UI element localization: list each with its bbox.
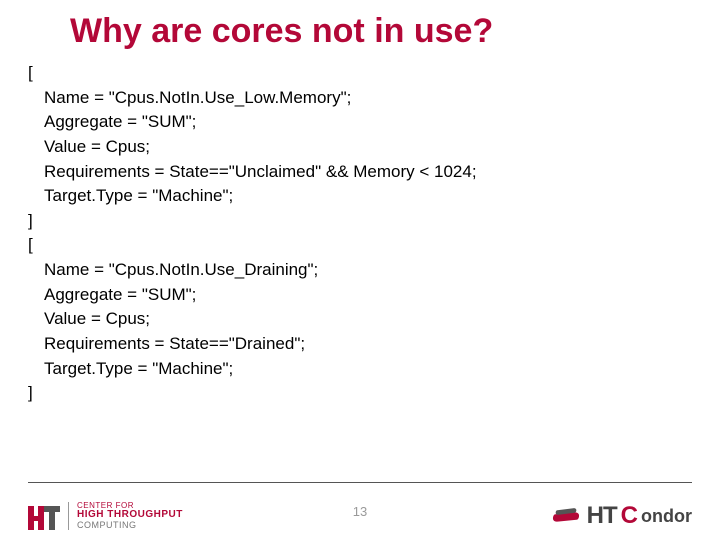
logo-chtc: CENTER FOR HIGH THROUGHPUT COMPUTING — [28, 500, 183, 532]
code-line: Requirements = State=="Drained"; — [28, 332, 720, 357]
code-line: Requirements = State=="Unclaimed" && Mem… — [28, 160, 720, 185]
footer-divider — [28, 482, 692, 483]
logo-line: COMPUTING — [77, 521, 183, 530]
logo-text: ondor — [641, 506, 692, 527]
code-line: Value = Cpus; — [28, 135, 720, 160]
code-line: Aggregate = "SUM"; — [28, 110, 720, 135]
slide-footer: 13 CENTER FOR HIGH THROUGHPUT COMPUTING … — [0, 482, 720, 540]
code-line: [ — [28, 233, 720, 258]
logo-htcondor: HTCondor — [553, 502, 692, 530]
logo-text: C — [621, 502, 637, 530]
code-line: ] — [28, 209, 720, 234]
slide-title: Why are cores not in use? — [0, 0, 720, 61]
code-block: [ Name = "Cpus.NotIn.Use_Low.Memory"; Ag… — [0, 61, 720, 406]
code-line: Aggregate = "SUM"; — [28, 283, 720, 308]
code-line: Target.Type = "Machine"; — [28, 184, 720, 209]
code-line: ] — [28, 381, 720, 406]
condor-wing-icon — [553, 507, 581, 525]
code-line: Value = Cpus; — [28, 307, 720, 332]
logo-text: HT — [587, 502, 617, 530]
ht-mark-icon — [28, 500, 60, 532]
code-line: [ — [28, 61, 720, 86]
code-line: Name = "Cpus.NotIn.Use_Draining"; — [28, 258, 720, 283]
code-line: Target.Type = "Machine"; — [28, 357, 720, 382]
logo-chtc-text: CENTER FOR HIGH THROUGHPUT COMPUTING — [68, 502, 183, 530]
code-line: Name = "Cpus.NotIn.Use_Low.Memory"; — [28, 86, 720, 111]
